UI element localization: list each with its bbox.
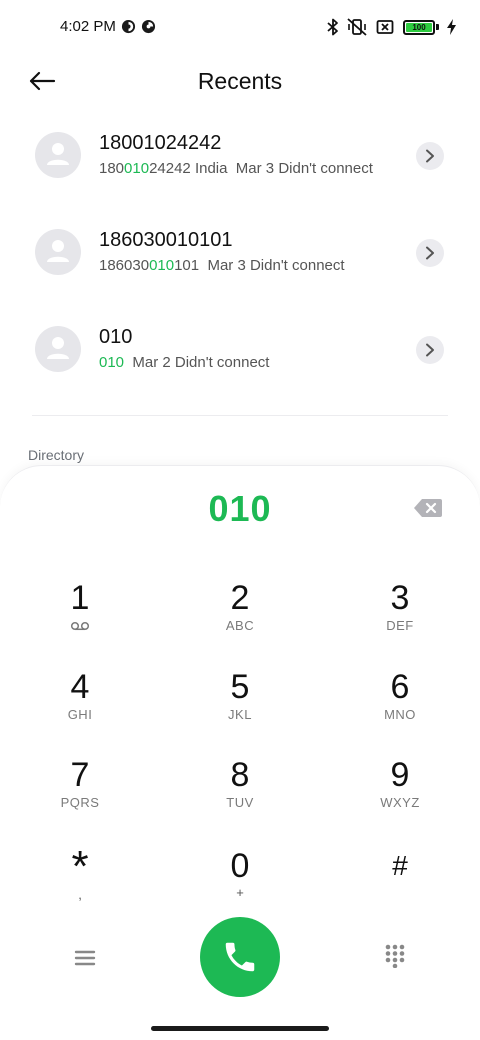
key-letters: PQRS bbox=[60, 795, 100, 810]
status-app-icon bbox=[141, 19, 156, 34]
chevron-right-icon bbox=[426, 149, 434, 163]
status-icons: 100 bbox=[327, 16, 456, 38]
phone-screen: 4:02 PM 100 Recents 18001024242 18001024… bbox=[0, 0, 480, 1040]
charging-bolt-icon bbox=[447, 19, 456, 35]
status-time: 4:02 PM bbox=[60, 18, 116, 35]
delete-button[interactable] bbox=[413, 497, 443, 519]
person-icon bbox=[47, 240, 69, 262]
call-meta: Mar 3 Didn't connect bbox=[199, 257, 345, 274]
no-sim-icon bbox=[376, 20, 394, 34]
person-icon bbox=[47, 337, 69, 359]
dial-key-0[interactable]: 0 + bbox=[180, 846, 300, 924]
call-button[interactable] bbox=[200, 917, 280, 997]
number-match: 010 bbox=[149, 257, 175, 274]
dial-key-hash[interactable]: # bbox=[340, 846, 460, 924]
voicemail-icon bbox=[70, 621, 90, 631]
key-digit: * bbox=[71, 842, 89, 891]
chevron-right-icon bbox=[426, 246, 434, 260]
dial-key-6[interactable]: 6 MNO bbox=[340, 667, 460, 745]
call-details: 18001024242 India Mar 3 Didn't connect bbox=[99, 160, 373, 177]
key-digit: 9 bbox=[390, 756, 410, 794]
call-details: 010 Mar 2 Didn't connect bbox=[99, 354, 269, 371]
call-meta: Mar 2 Didn't connect bbox=[124, 354, 270, 371]
dial-key-star[interactable]: * , bbox=[20, 842, 140, 924]
key-letters: ABC bbox=[225, 618, 255, 633]
call-log-item[interactable]: 010 010 Mar 2 Didn't connect bbox=[0, 302, 480, 399]
key-letters: , bbox=[78, 887, 82, 902]
contact-avatar bbox=[35, 326, 81, 372]
dialpad-sheet: 010 1 2 ABC 3 DEF 4 GHI 5 JKL 6 MNO 7 PQ… bbox=[0, 465, 480, 1040]
contact-avatar bbox=[35, 229, 81, 275]
key-digit: 6 bbox=[390, 668, 410, 706]
dialpad-icon bbox=[385, 944, 405, 969]
number-part: 24242 bbox=[149, 160, 191, 177]
key-letters: WXYZ bbox=[380, 795, 420, 810]
call-contact-name: 18001024242 bbox=[99, 132, 222, 154]
call-details-button[interactable] bbox=[416, 239, 444, 267]
number-part: 101 bbox=[174, 257, 200, 274]
key-digit: 8 bbox=[230, 756, 250, 794]
key-letters: MNO bbox=[384, 707, 416, 722]
call-log-item[interactable]: 186030010101 186030010101 Mar 3 Didn't c… bbox=[0, 205, 480, 302]
key-digit: # bbox=[392, 850, 408, 881]
page-title: Recents bbox=[197, 68, 283, 94]
battery-level: 100 bbox=[412, 22, 426, 32]
key-digit: 0 bbox=[230, 847, 250, 885]
number-part: 180 bbox=[99, 160, 125, 177]
call-details: 186030010101 Mar 3 Didn't connect bbox=[99, 257, 345, 274]
section-label-directory: Directory bbox=[28, 447, 85, 463]
home-indicator[interactable] bbox=[151, 1026, 329, 1031]
key-letters: DEF bbox=[386, 618, 414, 633]
call-meta: India Mar 3 Didn't connect bbox=[190, 160, 373, 177]
menu-icon bbox=[74, 950, 96, 966]
key-digit: 2 bbox=[230, 579, 250, 617]
key-letters: TUV bbox=[226, 795, 254, 810]
key-letters: JKL bbox=[228, 707, 252, 722]
key-letters: GHI bbox=[67, 707, 93, 722]
dial-key-5[interactable]: 5 JKL bbox=[180, 667, 300, 745]
contact-avatar bbox=[35, 132, 81, 178]
dialed-number-display[interactable]: 010 bbox=[0, 488, 480, 530]
bluetooth-icon bbox=[327, 18, 338, 36]
dial-key-1[interactable]: 1 bbox=[20, 578, 140, 656]
key-digit: 4 bbox=[70, 668, 90, 706]
call-contact-name: 010 bbox=[99, 326, 133, 348]
dial-key-2[interactable]: 2 ABC bbox=[180, 578, 300, 656]
call-log-item[interactable]: 18001024242 18001024242 India Mar 3 Didn… bbox=[0, 108, 480, 205]
app-header: Recents bbox=[0, 56, 480, 108]
menu-button[interactable] bbox=[73, 948, 97, 968]
battery-body: 100 bbox=[403, 19, 435, 35]
chevron-right-icon bbox=[426, 343, 434, 357]
call-contact-name: 186030010101 bbox=[99, 229, 233, 251]
status-bar: 4:02 PM 100 bbox=[0, 0, 480, 56]
key-digit: 3 bbox=[390, 579, 410, 617]
battery-tip bbox=[436, 24, 439, 30]
vibrate-off-icon bbox=[347, 18, 367, 36]
number-match: 010 bbox=[99, 354, 125, 371]
number-match: 010 bbox=[124, 160, 150, 177]
phone-icon bbox=[225, 942, 255, 972]
dial-key-7[interactable]: 7 PQRS bbox=[20, 755, 140, 833]
battery-icon: 100 bbox=[403, 19, 439, 35]
dial-key-3[interactable]: 3 DEF bbox=[340, 578, 460, 656]
keypad-toggle-button[interactable] bbox=[384, 944, 406, 969]
key-letters: + bbox=[236, 885, 244, 900]
call-details-button[interactable] bbox=[416, 142, 444, 170]
dial-key-8[interactable]: 8 TUV bbox=[180, 755, 300, 833]
backspace-icon bbox=[414, 499, 442, 517]
status-app-icon bbox=[121, 19, 136, 34]
key-digit: 7 bbox=[70, 756, 90, 794]
recent-calls-list: 18001024242 18001024242 India Mar 3 Didn… bbox=[0, 108, 480, 399]
dial-key-4[interactable]: 4 GHI bbox=[20, 667, 140, 745]
call-details-button[interactable] bbox=[416, 336, 444, 364]
dial-key-9[interactable]: 9 WXYZ bbox=[340, 755, 460, 833]
list-divider bbox=[32, 415, 448, 416]
key-digit: 1 bbox=[70, 579, 90, 617]
person-icon bbox=[47, 143, 69, 165]
number-part: 186030 bbox=[99, 257, 150, 274]
key-digit: 5 bbox=[230, 668, 250, 706]
